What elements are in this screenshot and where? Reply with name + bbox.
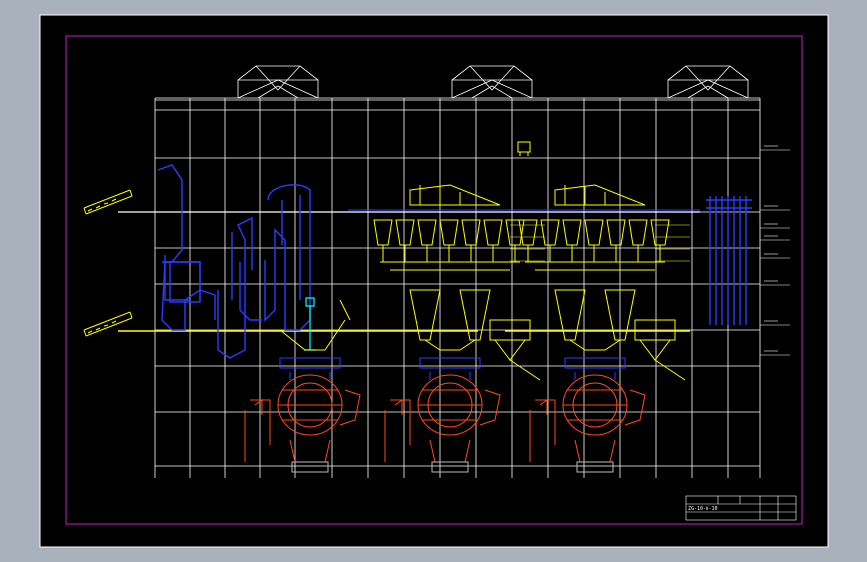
drawing-title: ZG-10-Ⅱ-10 (688, 506, 718, 512)
cad-drawing-viewport[interactable]: ZG-10-Ⅱ-10 (0, 0, 867, 562)
